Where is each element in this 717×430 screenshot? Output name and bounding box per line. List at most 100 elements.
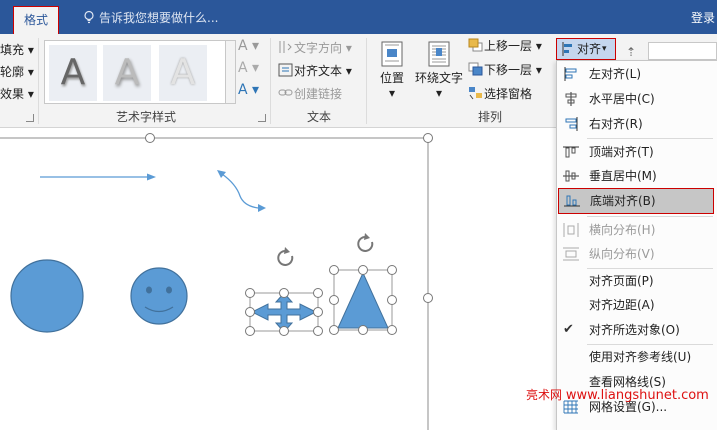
align-center-icon: [565, 92, 577, 106]
shape-styles-launcher-icon[interactable]: [26, 114, 34, 122]
watermark-url: www.liangshunet.com: [565, 388, 709, 403]
menu-separator: [587, 216, 713, 217]
wordart-style-1[interactable]: A: [49, 45, 97, 101]
smiley-shape[interactable]: [130, 267, 188, 325]
shape-effects-label: 效果: [0, 87, 25, 101]
align-text-button[interactable]: 对齐文本 ▾: [278, 63, 352, 79]
checkmark-icon: ✔: [563, 322, 574, 337]
wrap-text-button[interactable]: 环绕文字 ▾: [414, 40, 464, 101]
align-text-label: 对齐文本: [294, 64, 343, 78]
send-backward-icon: [468, 62, 483, 76]
slide-drawing: [0, 133, 433, 430]
menu-item-align-bottom[interactable]: 底端对齐(B): [558, 188, 714, 214]
text-fill-button[interactable]: A ▾: [238, 38, 259, 54]
menu-separator: [587, 138, 713, 139]
rotate-handle-icon[interactable]: [357, 233, 374, 252]
menu-item-align-right[interactable]: 右对齐(R): [557, 112, 715, 136]
bring-forward-button[interactable]: 上移一层 ▾: [468, 38, 542, 54]
shape-outline-button[interactable]: 轮廓 ▾: [0, 64, 34, 80]
tell-me-search[interactable]: 告诉我您想要做什么...: [82, 9, 218, 27]
menu-item-label: 顶端对齐(T): [589, 145, 654, 159]
shape-outline-label: 轮廓: [0, 65, 25, 79]
wordart-group-label: 艺术字样式: [115, 110, 176, 124]
menu-item-use-alignment-guides[interactable]: 使用对齐参考线(U): [557, 345, 715, 369]
menu-item-distribute-vertical: 纵向分布(V): [557, 242, 715, 266]
menu-item-align-middle[interactable]: 垂直居中(M): [557, 164, 715, 188]
title-bar: 格式 告诉我您想要做什么... 登录: [0, 0, 717, 34]
menu-item-align-left[interactable]: 左对齐(L): [557, 62, 715, 86]
menu-item-label: 右对齐(R): [589, 117, 643, 131]
menu-item-label: 横向分布(H): [589, 223, 656, 237]
position-icon: [381, 41, 403, 67]
text-group-label: 文本: [306, 110, 331, 124]
align-right-icon: [565, 117, 578, 131]
circle-shape[interactable]: [10, 259, 84, 333]
distribute-horizontal-icon: [563, 223, 579, 237]
align-bottom-icon: [564, 195, 580, 207]
menu-item-align-selected-objects[interactable]: ✔ 对齐所选对象(O): [557, 318, 715, 342]
selection-pane-button[interactable]: 选择窗格: [468, 86, 532, 102]
menu-item-align-center[interactable]: 水平居中(C): [557, 87, 715, 111]
wordart-style-2[interactable]: A: [103, 45, 151, 101]
text-outline-button[interactable]: A ▾: [238, 60, 259, 76]
wordart-style-3[interactable]: A: [159, 45, 207, 101]
bring-forward-label: 上移一层: [484, 39, 533, 53]
menu-item-label: 左对齐(L): [589, 67, 642, 81]
align-icon: [562, 42, 572, 56]
align-label: 对齐: [577, 42, 602, 56]
align-middle-icon: [563, 170, 579, 182]
shape-effects-button[interactable]: 效果 ▾: [0, 86, 34, 102]
lightbulb-icon: [84, 10, 94, 24]
menu-item-align-to-page[interactable]: 对齐页面(P): [557, 269, 715, 293]
send-backward-label: 下移一层: [484, 63, 533, 77]
tab-format[interactable]: 格式: [13, 6, 59, 34]
slide-canvas[interactable]: [0, 128, 556, 430]
text-effects-button[interactable]: A ▾: [238, 82, 259, 98]
align-button[interactable]: 对齐 ▾: [556, 38, 616, 60]
straight-arrow-shape[interactable]: [40, 173, 156, 181]
link-icon: [278, 89, 293, 96]
menu-item-label: 水平居中(C): [589, 92, 655, 106]
position-label: 位置: [379, 71, 404, 85]
menu-item-align-to-margin[interactable]: 对齐边距(A): [557, 293, 715, 317]
distribute-vertical-icon: [563, 247, 579, 261]
create-link-button[interactable]: 创建链接: [278, 86, 342, 102]
text-direction-label: 文字方向: [294, 41, 343, 55]
selection-pane-label: 选择窗格: [484, 87, 533, 101]
shape-fill-label: 填充: [0, 43, 25, 57]
wrap-text-label: 环绕文字: [414, 71, 463, 85]
triangle-shape[interactable]: [329, 265, 397, 335]
text-effects-icon: A: [238, 82, 248, 98]
wordart-gallery[interactable]: A A A: [44, 40, 226, 104]
shape-fill-button[interactable]: 填充 ▾: [0, 42, 34, 58]
position-button[interactable]: 位置 ▾: [374, 40, 410, 101]
menu-item-label: 对齐页面(P): [589, 274, 654, 288]
text-direction-button[interactable]: 文字方向 ▾: [278, 40, 352, 56]
menu-item-label: 使用对齐参考线(U): [589, 350, 692, 364]
align-top-icon: [563, 146, 579, 158]
height-input[interactable]: [648, 42, 717, 60]
arrange-group-label: 排列: [477, 110, 502, 124]
text-direction-icon: [279, 41, 292, 53]
divider: [270, 38, 271, 124]
watermark-cn: 亮术网: [526, 388, 563, 402]
chevron-down-icon: ▾: [602, 44, 607, 54]
menu-item-label: 对齐所选对象(O): [589, 323, 680, 337]
menu-item-align-top[interactable]: 顶端对齐(T): [557, 140, 715, 164]
curved-arrow-shape[interactable]: [217, 170, 266, 212]
menu-item-distribute-horizontal: 横向分布(H): [557, 218, 715, 242]
divider: [366, 38, 367, 124]
send-backward-button[interactable]: 下移一层 ▾: [468, 62, 542, 78]
watermark: 亮术网 www.liangshunet.com: [526, 386, 709, 403]
align-menu: 左对齐(L) 水平居中(C) 右对齐(R) 顶端对齐(T) 垂直居中(M) 底端…: [556, 60, 717, 430]
bring-forward-icon: [468, 38, 483, 52]
rotate-handle-icon[interactable]: [277, 247, 294, 266]
four-way-arrow-shape[interactable]: [245, 288, 323, 336]
wordart-launcher-icon[interactable]: [258, 114, 266, 122]
rotate-icon[interactable]: ⇡: [626, 44, 636, 60]
gallery-scroll[interactable]: [226, 40, 236, 104]
align-text-icon: [278, 63, 293, 77]
login-link[interactable]: 登录: [691, 9, 715, 27]
menu-item-label: 对齐边距(A): [589, 298, 655, 312]
tell-me-text: 告诉我您想要做什么...: [99, 11, 219, 25]
